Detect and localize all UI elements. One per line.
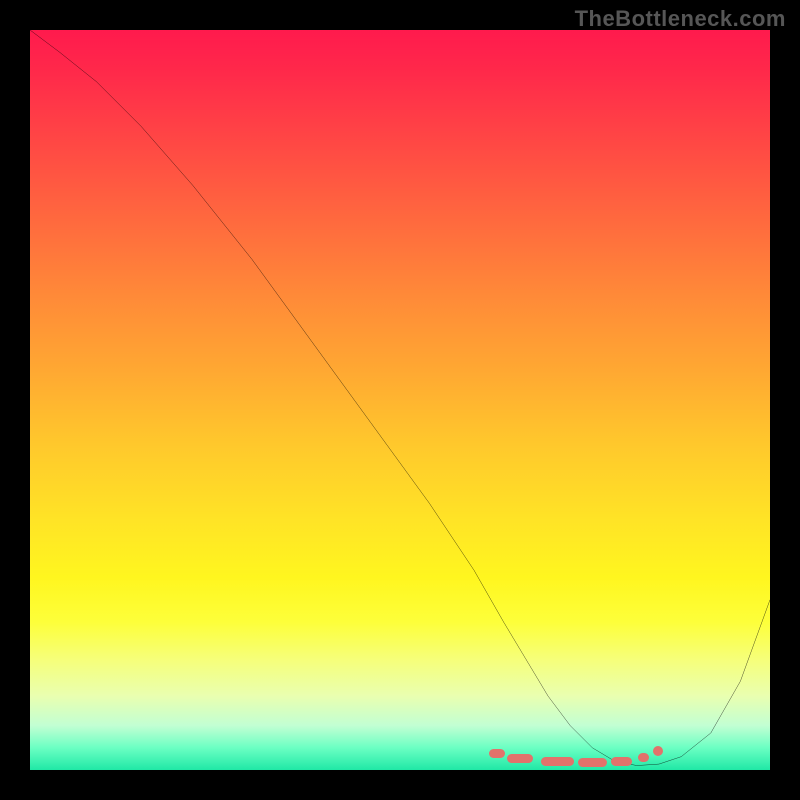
valley-marker bbox=[638, 753, 649, 763]
valley-marker bbox=[541, 757, 574, 766]
valley-marker bbox=[653, 746, 663, 756]
chart-canvas: TheBottleneck.com bbox=[0, 0, 800, 800]
watermark-text: TheBottleneck.com bbox=[575, 6, 786, 32]
valley-marker bbox=[507, 754, 533, 763]
plot-area bbox=[30, 30, 770, 770]
valley-marker bbox=[611, 757, 632, 766]
valley-marker bbox=[489, 749, 505, 758]
valley-markers-group bbox=[30, 30, 770, 770]
valley-marker bbox=[578, 758, 608, 767]
